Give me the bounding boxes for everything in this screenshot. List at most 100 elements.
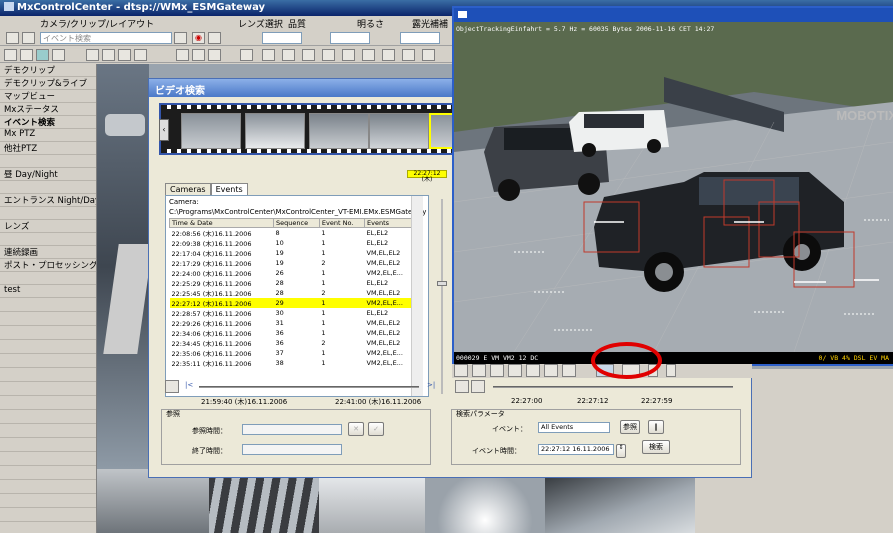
- camera-view-6[interactable]: [545, 469, 695, 533]
- zoom-out-icon[interactable]: [471, 380, 485, 393]
- step-icon[interactable]: [508, 364, 522, 377]
- table-row[interactable]: 22:25:29 (木)16.11.2006 28 1 EL,EL2: [170, 278, 415, 288]
- camera-view-1[interactable]: [97, 64, 149, 469]
- table-row[interactable]: 22:25:45 (木)16.11.2006 28 2 VM,EL,EL2: [170, 288, 415, 298]
- search-button[interactable]: 検索: [642, 440, 670, 454]
- sidebar-item-other-ptz[interactable]: 他社PTZ: [0, 142, 96, 155]
- sidebar-item-demo-clip[interactable]: デモクリップ: [0, 64, 96, 77]
- pause-icon[interactable]: [666, 364, 676, 377]
- spinner-icon[interactable]: ⇕: [616, 444, 626, 458]
- camera-image[interactable]: [454, 22, 893, 352]
- sidebar-item-mx-ptz[interactable]: Mx PTZ: [0, 129, 96, 142]
- tab-events[interactable]: Events: [210, 183, 248, 195]
- pause-button[interactable]: ‖: [648, 420, 664, 434]
- ref-button[interactable]: 参照: [620, 420, 640, 434]
- table-row[interactable]: 22:34:45 (木)16.11.2006 36 2 VM,EL,EL2: [170, 338, 415, 348]
- menu-quality[interactable]: 品質: [288, 17, 306, 30]
- table-row[interactable]: 22:17:29 (木)16.11.2006 19 2 VM,EL,EL2: [170, 258, 415, 268]
- thumbnail[interactable]: [369, 113, 429, 149]
- tool-icon-5[interactable]: [176, 49, 189, 61]
- ref-time-field[interactable]: [242, 424, 342, 435]
- event-time-field[interactable]: 22:27:12 16.11.2006: [538, 444, 614, 455]
- fast-forward-icon[interactable]: [362, 49, 375, 61]
- grid-2-icon[interactable]: [20, 49, 33, 61]
- quality-combo[interactable]: [330, 32, 370, 44]
- col-event-no[interactable]: Event No.: [318, 218, 366, 228]
- step-back-icon[interactable]: [490, 364, 504, 377]
- thumbnail[interactable]: [309, 113, 369, 149]
- event-select[interactable]: All Events: [538, 422, 610, 433]
- camera-view-2[interactable]: [97, 469, 209, 533]
- live-icon[interactable]: [402, 49, 415, 61]
- table-row[interactable]: 22:35:11 (木)16.11.2006 38 1 VM2,EL,E...: [170, 358, 415, 368]
- ref-set-button[interactable]: ✓: [368, 422, 384, 436]
- sidebar-item-post-processing[interactable]: ポスト・プロセッシング検出: [0, 259, 96, 272]
- camera-view-5[interactable]: [425, 469, 545, 533]
- table-row[interactable]: 22:09:38 (木)16.11.2006 10 1 EL,EL2: [170, 238, 415, 248]
- menu-lens[interactable]: レンズ選択: [238, 17, 283, 30]
- camera-view-3[interactable]: [209, 469, 319, 533]
- camera-view-4[interactable]: [319, 469, 425, 533]
- rewind-icon[interactable]: [282, 49, 295, 61]
- sidebar-item-day-night[interactable]: 昼 Day/Night: [0, 168, 96, 181]
- rewind-icon[interactable]: [472, 364, 486, 377]
- menu-exposure[interactable]: 露光補補: [412, 17, 448, 30]
- grid-3-icon[interactable]: [36, 49, 49, 61]
- step-forward-icon[interactable]: [544, 364, 558, 377]
- last-frame-icon[interactable]: [382, 49, 395, 61]
- table-row[interactable]: 22:27:12 (木)16.11.2006 29 1 VM2,EL,E...: [169, 298, 415, 308]
- events-scrollbar[interactable]: [411, 196, 423, 396]
- tab-cameras[interactable]: Cameras: [165, 183, 211, 195]
- thumbnail[interactable]: [245, 113, 305, 149]
- sidebar-item-lens[interactable]: レンズ: [0, 220, 96, 233]
- tool-icon-7[interactable]: [208, 49, 221, 61]
- first-frame-icon[interactable]: [454, 364, 468, 377]
- grid-4-icon[interactable]: [52, 49, 65, 61]
- table-row[interactable]: 22:08:56 (木)16.11.2006 8 1 EL,EL2: [170, 228, 415, 238]
- table-row[interactable]: 22:34:06 (木)16.11.2006 36 1 VM,EL,EL2: [170, 328, 415, 338]
- slider-thumb[interactable]: [437, 281, 447, 286]
- table-row[interactable]: 22:24:00 (木)16.11.2006 26 1 VM2,EL,E...: [170, 268, 415, 278]
- sidebar-item-test[interactable]: test: [0, 285, 96, 298]
- table-row[interactable]: 22:35:06 (木)16.11.2006 37 1 VM2,EL,E...: [170, 348, 415, 358]
- dropdown-icon[interactable]: [174, 32, 187, 44]
- playback-track[interactable]: [493, 386, 733, 388]
- lens-combo[interactable]: [262, 32, 302, 44]
- tool-icon-1[interactable]: [86, 49, 99, 61]
- col-sequence[interactable]: Sequence: [273, 218, 320, 228]
- view-combo[interactable]: イベント検索: [40, 32, 172, 44]
- record-icon[interactable]: ◉: [192, 32, 205, 44]
- tool-icon-6[interactable]: [192, 49, 205, 61]
- vertical-slider[interactable]: [437, 199, 447, 394]
- sidebar-item-entrance[interactable]: エントランス Night/Day: [0, 194, 96, 207]
- sidebar-item-demo-clip-live[interactable]: デモクリップ&ライブ: [0, 77, 96, 90]
- first-frame-icon[interactable]: [262, 49, 275, 61]
- brightness-combo[interactable]: [400, 32, 440, 44]
- zoom-in-icon[interactable]: [455, 380, 469, 393]
- ref-clear-button[interactable]: ✕: [348, 422, 364, 436]
- sidebar-item-continuous-recording[interactable]: 連続録画: [0, 246, 96, 259]
- table-row[interactable]: 22:28:57 (木)16.11.2006 30 1 EL,EL2: [170, 308, 415, 318]
- open-icon[interactable]: [22, 32, 35, 44]
- menu-camera-clip-layout[interactable]: カメラ/クリップ/レイアウト: [40, 17, 154, 30]
- layout-icon[interactable]: [208, 32, 221, 44]
- range-track[interactable]: [199, 386, 419, 388]
- tool-icon-3[interactable]: [118, 49, 131, 61]
- sidebar-item-mx-status[interactable]: Mxステータス: [0, 103, 96, 116]
- end-icon[interactable]: [422, 49, 435, 61]
- step-back-icon[interactable]: [302, 49, 315, 61]
- person-icon[interactable]: [240, 49, 253, 61]
- filmstrip-prev-icon[interactable]: ‹: [159, 119, 169, 141]
- zoom-icon[interactable]: [165, 380, 179, 393]
- end-time-field[interactable]: [242, 444, 342, 455]
- sidebar-item-map-view[interactable]: マップビュー: [0, 90, 96, 103]
- table-row[interactable]: 22:29:26 (木)16.11.2006 31 1 VM,EL,EL2: [170, 318, 415, 328]
- table-row[interactable]: 22:17:04 (木)16.11.2006 19 1 VM,EL,EL2: [170, 248, 415, 258]
- tool-icon-2[interactable]: [102, 49, 115, 61]
- step-forward-icon[interactable]: [342, 49, 355, 61]
- col-events[interactable]: Events: [364, 218, 415, 228]
- fast-forward-icon[interactable]: [562, 364, 576, 377]
- play-icon[interactable]: [322, 49, 335, 61]
- thumbnail[interactable]: [181, 113, 241, 149]
- col-time-date[interactable]: Time & Date: [168, 218, 275, 228]
